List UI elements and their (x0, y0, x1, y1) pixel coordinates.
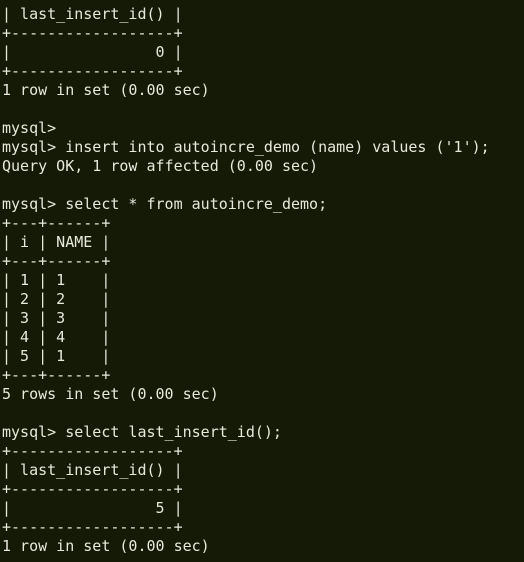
table-border-mid: +---+------+ (2, 252, 111, 270)
table-data-row: | 2 | 2 | (2, 290, 111, 308)
table-border-top: +------------------+ (2, 442, 183, 460)
command-select-last-insert-id: mysql> select last_insert_id(); (2, 423, 282, 441)
table-border-top: +---+------+ (2, 214, 111, 232)
command-select-all: mysql> select * from autoincre_demo; (2, 195, 328, 213)
terminal-screen-buffer[interactable]: +------------------+| last_insert_id() |… (2, 0, 522, 556)
terminal-window[interactable]: +------------------+| last_insert_id() |… (0, 0, 524, 562)
status-query-ok: Query OK, 1 row affected (0.00 sec) (2, 157, 319, 175)
table-data-row: | 3 | 3 | (2, 309, 111, 327)
command-insert: mysql> insert into autoincre_demo (name)… (2, 138, 490, 156)
table-border-mid: +------------------+ (2, 480, 183, 498)
prompt-line: mysql> (2, 119, 57, 137)
table-border-bottom: +------------------+ (2, 518, 183, 536)
result-header-row: | last_insert_id() | (2, 5, 183, 23)
table-data-row: | 5 | 1 | (2, 347, 111, 365)
table-header-row: | i | NAME | (2, 233, 111, 251)
result-data-row: | 0 | (2, 43, 183, 61)
table-border-bottom: +---+------+ (2, 366, 111, 384)
table-data-row: | 4 | 4 | (2, 328, 111, 346)
table-data-row: | 1 | 1 | (2, 271, 111, 289)
status-line: 5 rows in set (0.00 sec) (2, 385, 219, 403)
status-line: 1 row in set (0.00 sec) (2, 81, 210, 99)
result-header-row: | last_insert_id() | (2, 461, 183, 479)
status-line: 1 row in set (0.00 sec) (2, 537, 210, 555)
table-border-bottom: +------------------+ (2, 62, 183, 80)
result-data-row: | 5 | (2, 499, 183, 517)
table-border-mid: +------------------+ (2, 24, 183, 42)
